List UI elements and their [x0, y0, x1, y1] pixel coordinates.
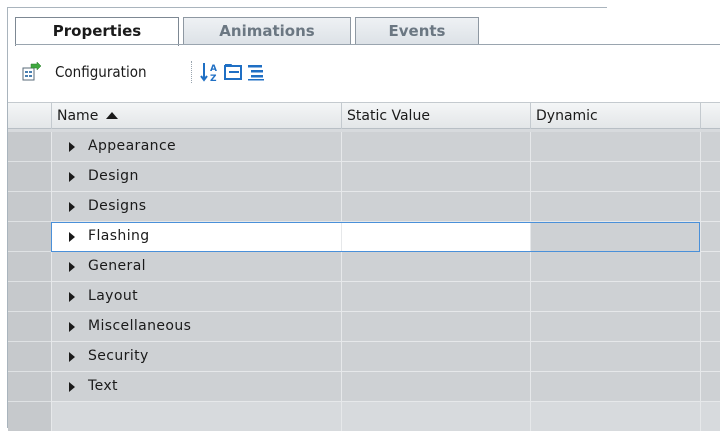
- property-row-appearance[interactable]: Appearance: [8, 132, 720, 162]
- dynamic-cell: [530, 402, 701, 431]
- row-label: Layout: [88, 288, 138, 304]
- row-gutter: [8, 162, 51, 192]
- tab-separator: [15, 44, 720, 45]
- name-cell: Layout: [51, 282, 342, 312]
- static-value-cell[interactable]: [341, 372, 531, 402]
- row-label: Flashing: [88, 228, 150, 244]
- dynamic-cell[interactable]: [530, 252, 701, 282]
- row-gutter: [8, 192, 51, 222]
- static-value-cell[interactable]: [341, 342, 531, 372]
- svg-text:Z: Z: [210, 74, 217, 82]
- tab-events[interactable]: Events: [355, 17, 479, 44]
- static-value-cell[interactable]: [341, 222, 531, 252]
- expand-arrow-icon[interactable]: [69, 322, 75, 332]
- row-gutter: [8, 132, 51, 162]
- column-header-name[interactable]: Name: [51, 103, 341, 129]
- name-cell: Miscellaneous: [51, 312, 342, 342]
- row-gutter: [8, 252, 51, 282]
- sort-ascending-icon: [106, 112, 119, 119]
- expand-all-icon[interactable]: [246, 62, 266, 82]
- name-cell: Security: [51, 342, 342, 372]
- column-header-dynamic[interactable]: Dynamic: [530, 103, 700, 129]
- row-gutter: [8, 312, 51, 342]
- expand-arrow-icon[interactable]: [69, 292, 75, 302]
- property-row-designs[interactable]: Designs: [8, 192, 720, 222]
- grid-header: Name Static Value Dynamic: [8, 102, 720, 129]
- row-label: General: [88, 258, 146, 274]
- extra-cell: [700, 222, 720, 252]
- column-header-static-value[interactable]: Static Value: [341, 103, 530, 129]
- property-row-miscellaneous[interactable]: Miscellaneous: [8, 312, 720, 342]
- expand-arrow-icon[interactable]: [69, 172, 75, 182]
- configuration-label[interactable]: Configuration: [55, 63, 147, 81]
- dynamic-cell[interactable]: [530, 162, 701, 192]
- row-label: Design: [88, 168, 139, 184]
- extra-cell: [700, 192, 720, 222]
- static-value-cell[interactable]: [341, 312, 531, 342]
- row-gutter: [8, 282, 51, 312]
- svg-text:A: A: [210, 64, 217, 74]
- sort-alphabetical-icon[interactable]: A Z: [200, 62, 220, 84]
- row-gutter: [8, 372, 51, 402]
- dynamic-cell[interactable]: [530, 282, 701, 312]
- row-label: Miscellaneous: [88, 318, 192, 334]
- static-value-cell: [341, 402, 531, 431]
- name-cell: Design: [51, 162, 342, 192]
- static-value-cell[interactable]: [341, 162, 531, 192]
- row-gutter: [8, 342, 51, 372]
- name-cell: General: [51, 252, 342, 282]
- row-gutter: [8, 222, 51, 252]
- property-row-layout[interactable]: Layout: [8, 282, 720, 312]
- toolbar-divider: [191, 61, 193, 83]
- configuration-icon[interactable]: [22, 61, 42, 82]
- toolbar: Configuration A Z: [8, 55, 720, 91]
- extra-cell: [700, 342, 720, 372]
- expand-arrow-icon[interactable]: [69, 142, 75, 152]
- dynamic-cell[interactable]: [530, 132, 701, 162]
- name-cell: Appearance: [51, 132, 342, 162]
- static-value-cell[interactable]: [341, 282, 531, 312]
- column-header-name-label: Name: [57, 108, 99, 124]
- row-label: Security: [88, 348, 149, 364]
- dynamic-cell[interactable]: [530, 372, 701, 402]
- extra-cell: [700, 162, 720, 192]
- name-cell: Flashing: [51, 222, 342, 252]
- dynamic-cell[interactable]: [530, 192, 701, 222]
- extra-cell: [700, 132, 720, 162]
- extra-cell: [700, 312, 720, 342]
- expand-arrow-icon[interactable]: [69, 352, 75, 362]
- property-row-general[interactable]: General: [8, 252, 720, 282]
- tab-animations[interactable]: Animations: [183, 17, 351, 44]
- property-row-text[interactable]: Text: [8, 372, 720, 402]
- column-header-extra: [700, 103, 720, 129]
- name-cell: Designs: [51, 192, 342, 222]
- extra-cell: [700, 402, 720, 431]
- static-value-cell[interactable]: [341, 192, 531, 222]
- tab-properties[interactable]: Properties: [15, 17, 179, 46]
- name-cell: Text: [51, 372, 342, 402]
- extra-cell: [700, 282, 720, 312]
- dynamic-cell[interactable]: [530, 222, 701, 252]
- extra-cell: [700, 372, 720, 402]
- row-label: Designs: [88, 198, 147, 214]
- row-label: Text: [88, 378, 118, 394]
- dynamic-cell[interactable]: [530, 312, 701, 342]
- expand-arrow-icon[interactable]: [69, 262, 75, 272]
- row-gutter: [8, 402, 51, 431]
- header-gutter: [8, 103, 51, 129]
- property-row-security[interactable]: Security: [8, 342, 720, 372]
- property-row-flashing[interactable]: Flashing: [8, 222, 720, 252]
- expand-arrow-icon[interactable]: [69, 202, 75, 212]
- categorized-view-icon[interactable]: [223, 62, 243, 82]
- extra-cell: [700, 252, 720, 282]
- property-row-design[interactable]: Design: [8, 162, 720, 192]
- property-grid: Name Static Value Dynamic Appearance Des…: [8, 102, 720, 431]
- expand-arrow-icon[interactable]: [69, 382, 75, 392]
- static-value-cell[interactable]: [341, 252, 531, 282]
- expand-arrow-icon[interactable]: [69, 232, 75, 242]
- name-cell: [51, 402, 342, 431]
- static-value-cell[interactable]: [341, 132, 531, 162]
- dynamic-cell[interactable]: [530, 342, 701, 372]
- row-label: Appearance: [88, 138, 177, 154]
